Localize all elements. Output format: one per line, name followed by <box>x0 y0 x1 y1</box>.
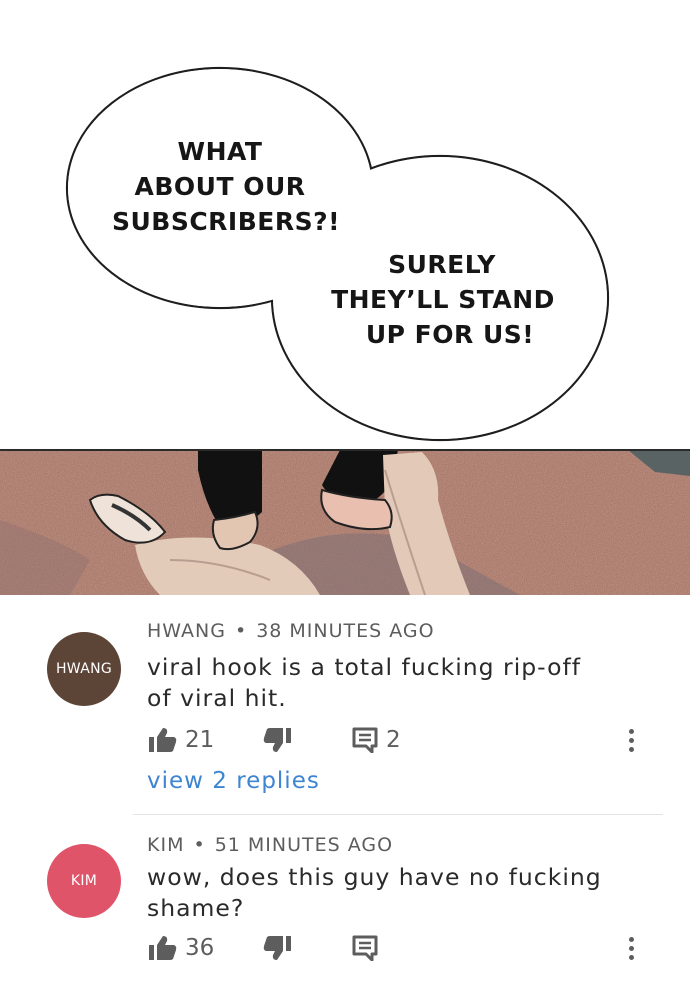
thumbs-down-icon <box>263 936 291 960</box>
more-vertical-icon <box>628 936 634 942</box>
bubble-text-line: ABOUT OUR <box>134 172 305 201</box>
divider <box>133 814 663 815</box>
comment-item: HWANG HWANG • 38 MINUTES AGO viral hook is… <box>0 620 690 810</box>
comment-text: viral hook is a total fucking rip-off of… <box>147 653 581 712</box>
like-button[interactable]: 21 <box>147 723 214 757</box>
thumbs-down-icon <box>263 728 291 752</box>
reply-count: 2 <box>386 727 401 753</box>
comic-scene <box>0 450 690 595</box>
bubble-text-line: WHAT <box>178 137 263 166</box>
more-options-button[interactable] <box>622 931 640 965</box>
like-count: 36 <box>185 935 215 961</box>
comment-meta: HWANG • 38 MINUTES AGO <box>147 620 435 642</box>
thumbs-up-icon <box>149 936 177 960</box>
reply-button[interactable]: 2 <box>352 723 401 757</box>
more-vertical-icon <box>628 746 634 752</box>
bubble-text-line: SURELY <box>388 250 496 279</box>
dislike-button[interactable] <box>263 723 293 757</box>
more-options-button[interactable] <box>622 723 640 757</box>
thumbs-up-icon <box>149 728 177 752</box>
meta-separator: • <box>193 834 206 856</box>
like-button[interactable]: 36 <box>147 931 214 965</box>
avatar[interactable]: HWANG <box>47 632 121 706</box>
comment-actions: 36 <box>147 931 667 965</box>
more-vertical-icon <box>628 954 634 960</box>
avatar[interactable]: KIM <box>47 844 121 918</box>
comment-icon <box>352 935 378 961</box>
like-count: 21 <box>185 727 215 753</box>
comment-icon <box>352 727 378 753</box>
comment-meta: KIM • 51 MINUTES AGO <box>147 834 393 856</box>
comment-actions: 21 2 <box>147 723 667 757</box>
more-vertical-icon <box>628 945 634 951</box>
reply-button[interactable] <box>352 931 378 965</box>
dislike-button[interactable] <box>263 931 293 965</box>
comment-item: KIM KIM • 51 MINUTES AGO wow, does this gu… <box>0 834 690 1000</box>
bubble-text-line: SUBSCRIBERS?! <box>112 207 340 236</box>
bubble-text-line: THEY’LL STAND <box>331 285 555 314</box>
comic-panel: WHAT ABOUT OUR SUBSCRIBERS?! SURELY THEY… <box>0 66 690 595</box>
view-replies-link[interactable]: view 2 replies <box>147 768 320 794</box>
comment-author[interactable]: KIM <box>147 834 184 856</box>
more-vertical-icon <box>628 728 634 734</box>
comment-author[interactable]: HWANG <box>147 620 226 642</box>
comment-time: 38 MINUTES AGO <box>256 620 435 642</box>
comment-text: wow, does this guy have no fucking shame… <box>147 863 602 922</box>
comment-time: 51 MINUTES AGO <box>214 834 394 856</box>
bubble-text-line: UP FOR US! <box>366 320 534 349</box>
meta-separator: • <box>234 620 248 642</box>
more-vertical-icon <box>628 737 634 743</box>
speech-bubble: WHAT ABOUT OUR SUBSCRIBERS?! SURELY THEY… <box>65 66 610 442</box>
